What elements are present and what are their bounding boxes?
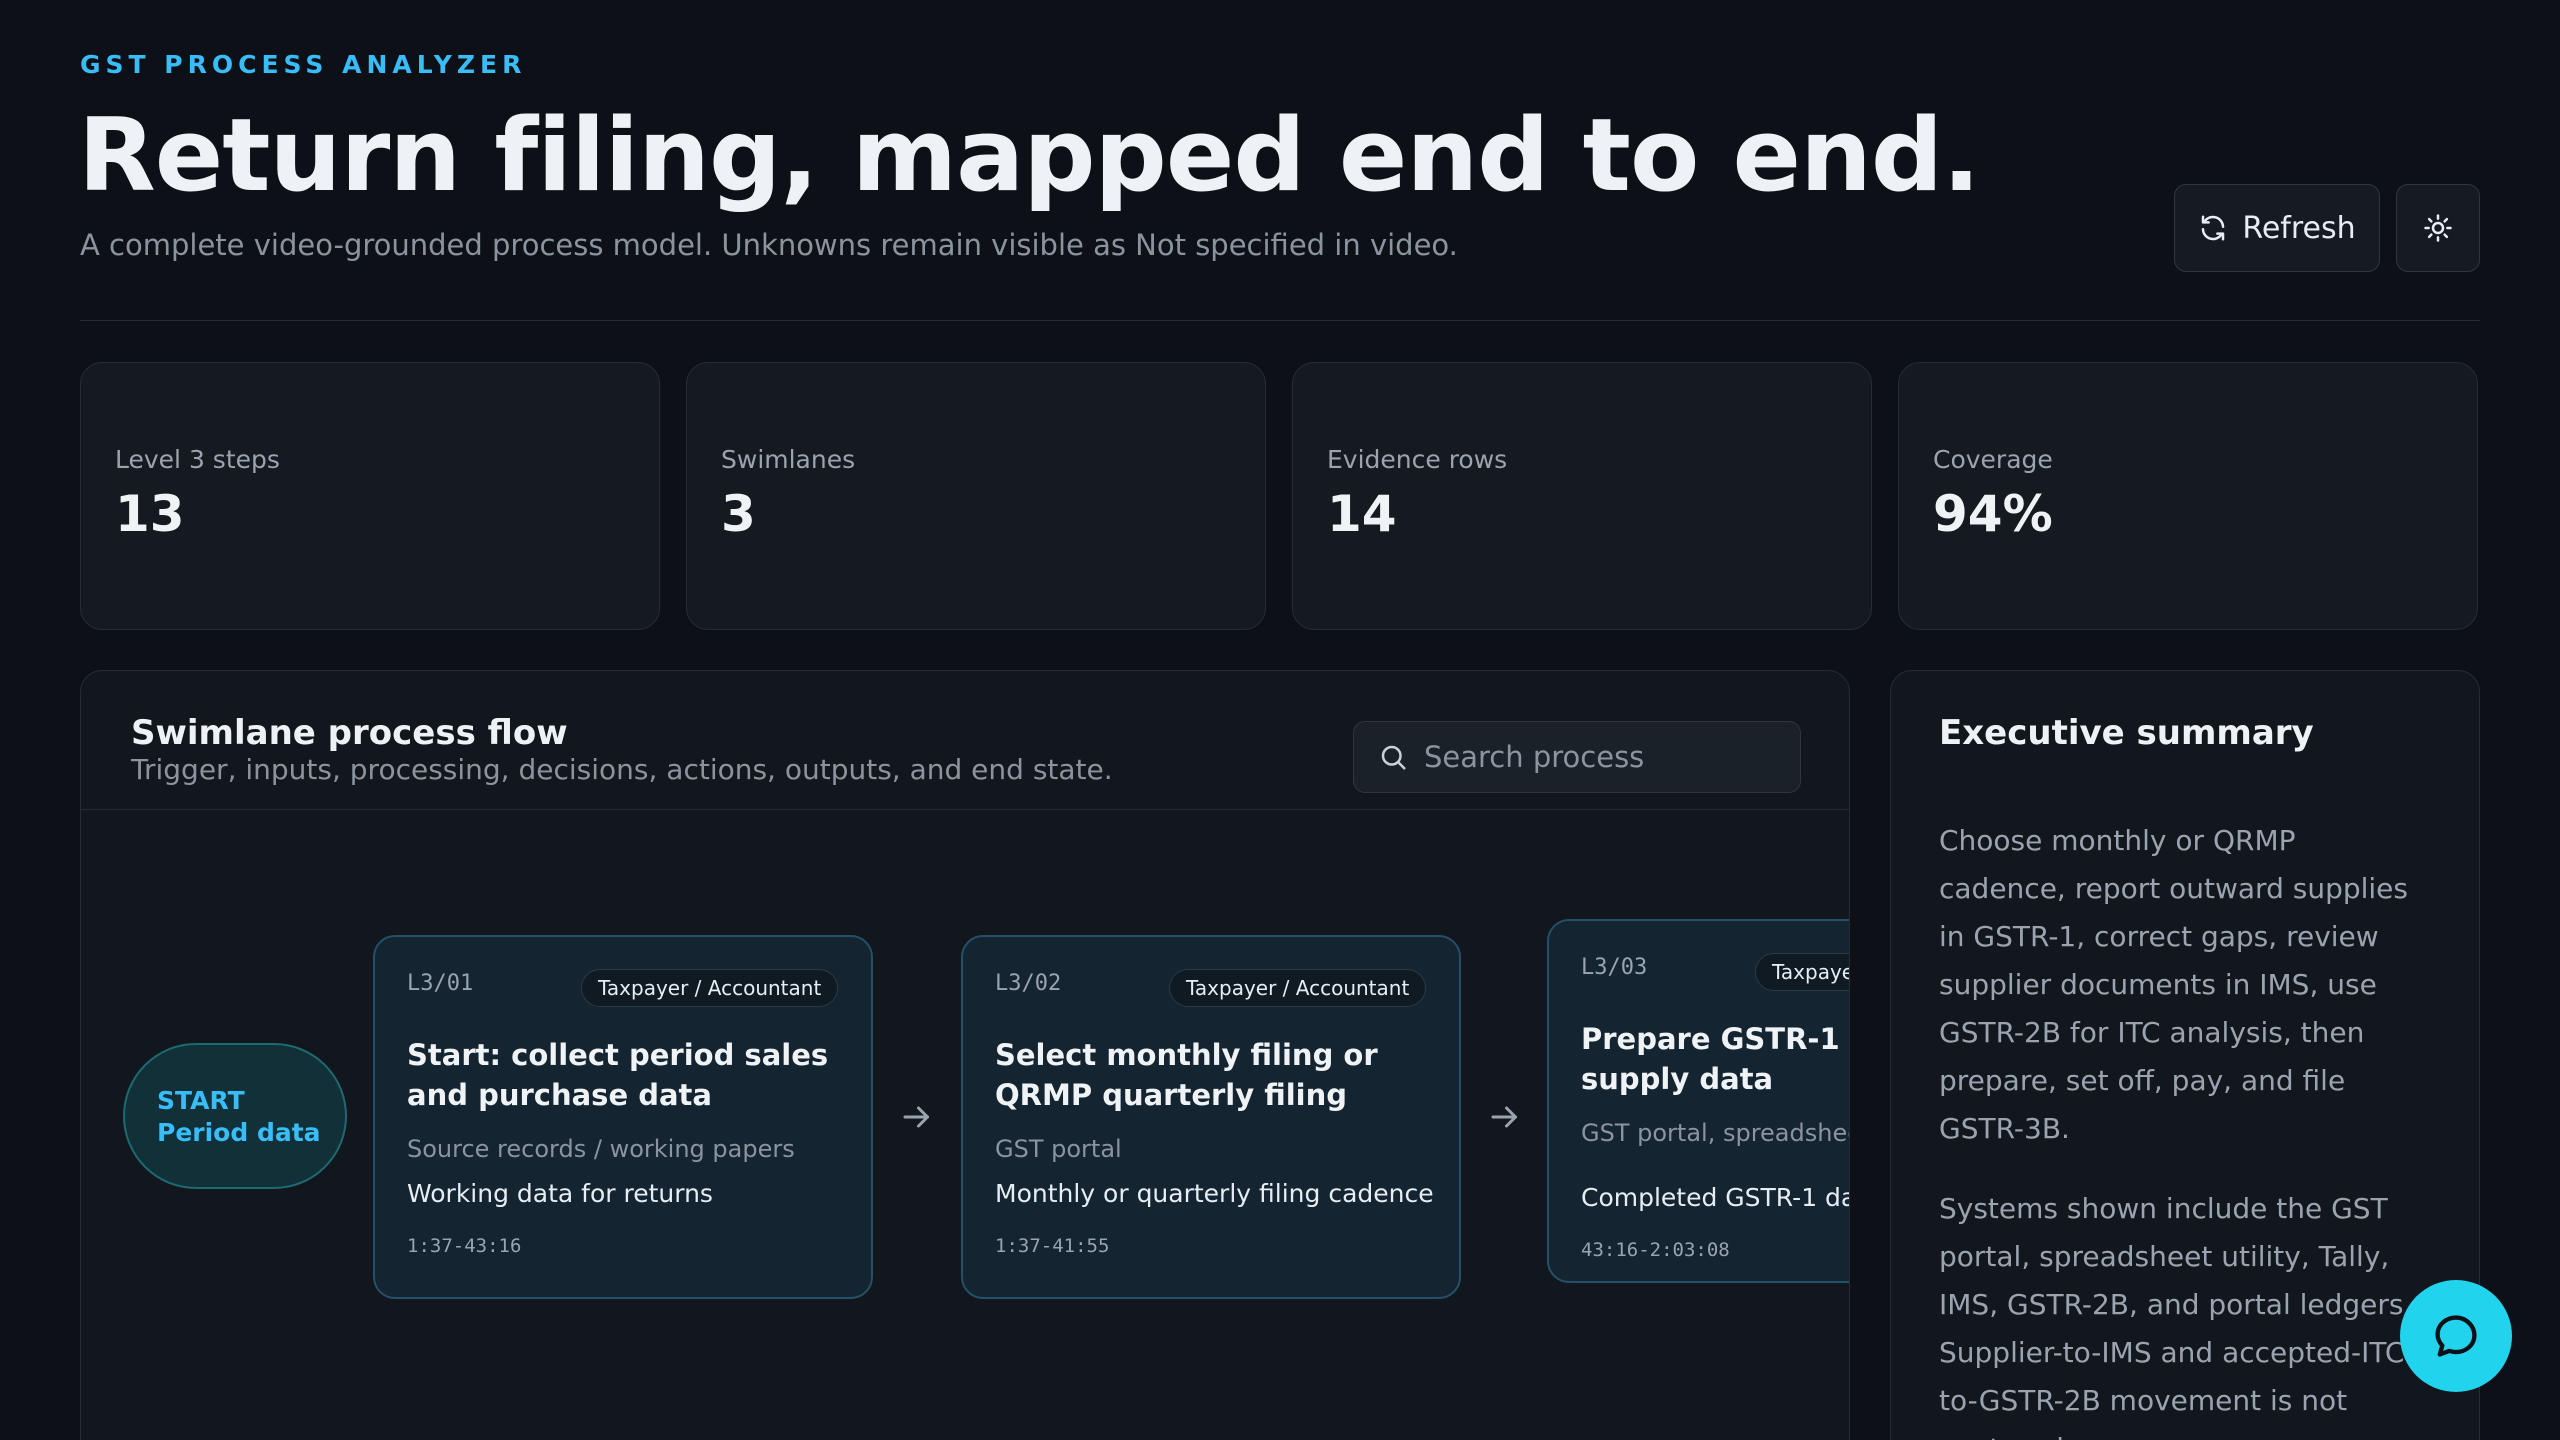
header-divider xyxy=(80,320,2480,321)
stat-label: Coverage xyxy=(1933,445,2053,474)
flow-panel-subtitle: Trigger, inputs, processing, decisions, … xyxy=(131,753,1113,786)
summary-paragraph: Systems shown include the GST portal, sp… xyxy=(1939,1192,2415,1440)
refresh-button[interactable]: Refresh xyxy=(2174,184,2380,272)
role-badge: Taxpayer / Accountant xyxy=(1169,969,1427,1007)
step-system: GST portal, spreadsheet utility, Tally xyxy=(1581,1119,1849,1147)
search-icon xyxy=(1381,745,1406,770)
stat-card-evidence-rows: Evidence rows 14 xyxy=(1292,362,1872,630)
summary-title: Executive summary xyxy=(1939,713,2314,753)
chat-bubble-icon xyxy=(2435,1315,2477,1357)
chat-button[interactable] xyxy=(2400,1280,2512,1392)
stat-label: Evidence rows xyxy=(1327,445,1508,474)
process-step-card[interactable]: L3/03 Taxpayer / Accountant Prepare GSTR… xyxy=(1547,919,1849,1283)
process-step-card[interactable]: L3/02 Taxpayer / Accountant Select month… xyxy=(961,935,1461,1299)
step-timestamp: 43:16-2:03:08 xyxy=(1581,1239,1730,1261)
stat-value: 14 xyxy=(1327,485,1397,543)
page-title: Return filing, mapped end to end. xyxy=(78,96,1981,214)
refresh-button-label: Refresh xyxy=(2242,210,2356,246)
app-eyebrow: GST PROCESS ANALYZER xyxy=(80,50,527,79)
start-node[interactable]: START Period data xyxy=(123,1043,347,1189)
stat-label: Level 3 steps xyxy=(115,445,280,474)
step-id: L3/02 xyxy=(995,971,1062,996)
step-system: GST portal xyxy=(995,1135,1122,1163)
stat-value: 13 xyxy=(115,485,185,543)
search-box[interactable] xyxy=(1353,721,1801,793)
arrow-right-icon xyxy=(1491,1106,1517,1128)
start-node-label: START xyxy=(157,1086,245,1115)
step-timestamp: 1:37-43:16 xyxy=(407,1235,522,1257)
stat-value: 94% xyxy=(1933,485,2053,543)
step-system: Source records / working papers xyxy=(407,1135,795,1163)
stat-value: 3 xyxy=(721,485,756,543)
stat-card-swimlanes: Swimlanes 3 xyxy=(686,362,1266,630)
page: GST PROCESS ANALYZER Return filing, mapp… xyxy=(0,0,2560,1440)
step-output: Working data for returns xyxy=(407,1179,713,1208)
refresh-icon xyxy=(2202,215,2225,241)
process-step-card[interactable]: L3/01 Taxpayer / Accountant Start: colle… xyxy=(373,935,873,1299)
step-title: Prepare GSTR-1 outward supply data xyxy=(1581,1022,1849,1096)
step-id: L3/01 xyxy=(407,971,474,996)
start-node-caption: Period data xyxy=(157,1118,321,1147)
theme-toggle-button[interactable] xyxy=(2396,184,2480,272)
step-output: Monthly or quarterly filing cadence xyxy=(995,1179,1434,1208)
stat-label: Swimlanes xyxy=(721,445,856,474)
step-id: L3/03 xyxy=(1581,955,1648,980)
role-badge: Taxpayer / Accountant xyxy=(581,969,839,1007)
stat-card-coverage: Coverage 94% xyxy=(1898,362,2478,630)
sun-icon xyxy=(2424,214,2452,242)
step-title: Select monthly filing or QRMP quarterly … xyxy=(995,1038,1378,1112)
summary-paragraph: Choose monthly or QRMP cadence, report o… xyxy=(1939,824,2408,1145)
step-title: Start: collect period sales and purchase… xyxy=(407,1038,829,1112)
stat-card-level3-steps: Level 3 steps 13 xyxy=(80,362,660,630)
executive-summary-panel: Executive summary Choose monthly or QRMP… xyxy=(1890,670,2480,1440)
step-timestamp: 1:37-41:55 xyxy=(995,1235,1110,1257)
arrow-right-icon xyxy=(903,1106,929,1128)
role-badge: Taxpayer / Accountant xyxy=(1755,953,1849,991)
step-output: Completed GSTR-1 data xyxy=(1581,1183,1849,1212)
page-subtitle: A complete video-grounded process model.… xyxy=(80,228,1458,262)
flow-panel-title: Swimlane process flow xyxy=(131,713,568,753)
search-input[interactable] xyxy=(1424,740,1784,774)
swimlane-flow-panel: Swimlane process flow Trigger, inputs, p… xyxy=(80,670,1850,1440)
flow-panel-divider xyxy=(81,809,1849,810)
